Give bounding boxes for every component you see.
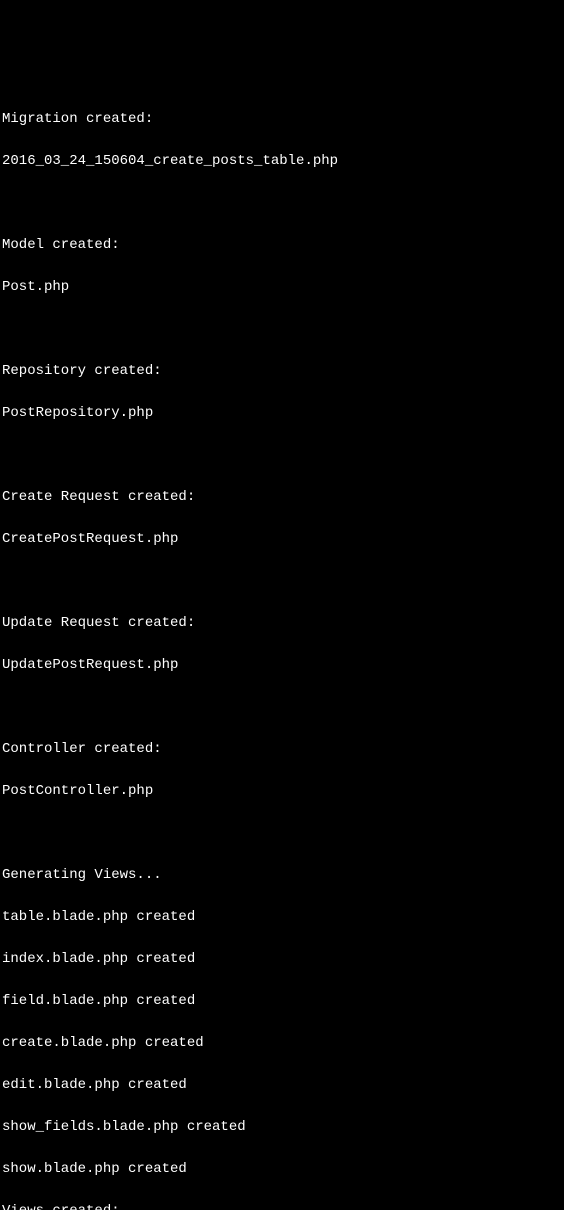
output-line (2, 571, 562, 592)
output-line: show.blade.php created (2, 1159, 562, 1180)
output-line: Update Request created: (2, 613, 562, 634)
output-line: PostController.php (2, 781, 562, 802)
output-line (2, 445, 562, 466)
output-line: edit.blade.php created (2, 1075, 562, 1096)
output-line: PostRepository.php (2, 403, 562, 424)
output-line: UpdatePostRequest.php (2, 655, 562, 676)
output-line (2, 697, 562, 718)
output-line: create.blade.php created (2, 1033, 562, 1054)
output-line: Post.php (2, 277, 562, 298)
output-line: 2016_03_24_150604_create_posts_table.php (2, 151, 562, 172)
output-line (2, 319, 562, 340)
output-line: index.blade.php created (2, 949, 562, 970)
output-line: Views created: (2, 1201, 562, 1210)
output-line: CreatePostRequest.php (2, 529, 562, 550)
terminal-output[interactable]: Migration created: 2016_03_24_150604_cre… (2, 88, 562, 1210)
output-line: Controller created: (2, 739, 562, 760)
output-line: Model created: (2, 235, 562, 256)
output-line (2, 823, 562, 844)
output-line: Repository created: (2, 361, 562, 382)
output-line: field.blade.php created (2, 991, 562, 1012)
output-line: Generating Views... (2, 865, 562, 886)
output-line (2, 193, 562, 214)
output-line: Migration created: (2, 109, 562, 130)
output-line: table.blade.php created (2, 907, 562, 928)
output-line: show_fields.blade.php created (2, 1117, 562, 1138)
output-line: Create Request created: (2, 487, 562, 508)
